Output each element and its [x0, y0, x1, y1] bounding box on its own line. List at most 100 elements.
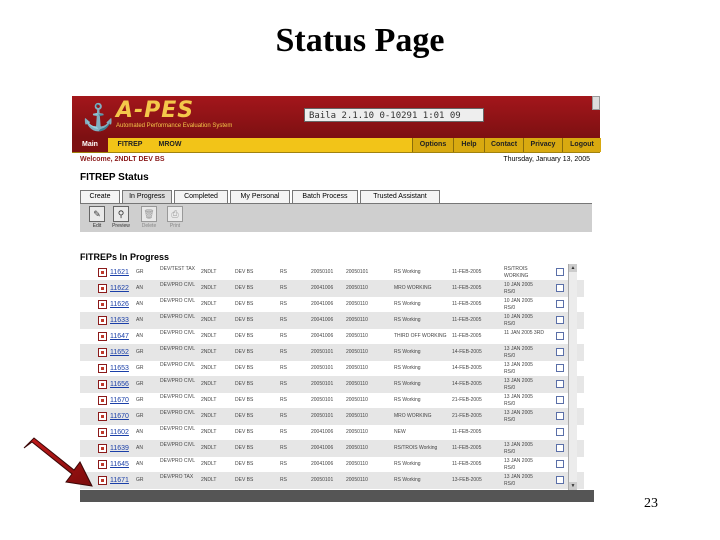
cell-due-date: 13-FEB-2005	[452, 477, 482, 483]
pdf-icon[interactable]	[98, 316, 107, 325]
table-row[interactable]: 11639 AN DEV/PRO CIVL 2NDLT DEV BS RS 20041006…	[80, 440, 584, 457]
window-scrollbar[interactable]	[592, 96, 600, 110]
cell-component: AN	[136, 301, 143, 307]
cell-status: RS Working	[394, 301, 421, 307]
row-checkbox[interactable]	[556, 300, 564, 308]
menu-main[interactable]: Main	[72, 138, 108, 152]
cell-rank: 2NDLT	[201, 317, 217, 323]
tab-trusted-assistant[interactable]: Trusted Assistant	[360, 190, 440, 203]
cell-to-date: 20050110	[346, 285, 368, 291]
pdf-icon[interactable]	[98, 412, 107, 421]
table-row[interactable]: 11653 GR DEV/PRO CIVL 2NDLT DEV BS RS 20050101…	[80, 360, 584, 377]
table-row[interactable]: 11647 AN DEV/PRO CIVL 2NDLT DEV BS RS 20041006…	[80, 328, 584, 345]
apes-screenshot: ⚓ A-PES Automated Performance Evaluation…	[72, 96, 608, 506]
footer-bar	[80, 490, 594, 502]
menu-options[interactable]: Options	[412, 138, 453, 152]
pdf-icon[interactable]	[98, 428, 107, 437]
table-row[interactable]: 11626 AN DEV/PRO CIVL 2NDLT DEV BS RS 20041006…	[80, 296, 584, 313]
scroll-down-icon[interactable]: ▼	[569, 482, 577, 490]
cell-name: DEV BS	[235, 269, 254, 275]
table-row[interactable]: 11652 GR DEV/PRO CIVL 2NDLT DEV BS RS 20050101…	[80, 344, 584, 361]
tab-batch-process[interactable]: Batch Process	[292, 190, 358, 203]
print-button[interactable]: ⎙ Print	[166, 206, 184, 229]
table-row[interactable]: 11602 AN DEV/PRO CIVL 2NDLT DEV BS RS 20041006…	[80, 424, 584, 441]
fitrep-id-link[interactable]: 11602	[110, 424, 129, 441]
fitrep-id-link[interactable]: 11633	[110, 312, 129, 329]
menu-contact[interactable]: Contact	[484, 138, 523, 152]
pdf-icon[interactable]	[98, 364, 107, 373]
cell-component: GR	[136, 381, 144, 387]
cell-from-date: 20041006	[311, 429, 334, 435]
scroll-up-icon[interactable]: ▲	[569, 264, 577, 272]
fitrep-id-link[interactable]: 11647	[110, 328, 129, 345]
row-checkbox[interactable]	[556, 364, 564, 372]
table-row[interactable]: 11622 AN DEV/PRO CIVL 2NDLT DEV BS RS 20041006…	[80, 280, 584, 297]
pdf-icon[interactable]	[98, 396, 107, 405]
pdf-icon[interactable]	[98, 284, 107, 293]
cell-name: DEV BS	[235, 461, 254, 467]
pdf-icon[interactable]	[98, 476, 107, 485]
cell-rank: 2NDLT	[201, 365, 217, 371]
pdf-icon[interactable]	[98, 380, 107, 389]
fitrep-id-link[interactable]: 11671	[110, 472, 129, 489]
row-checkbox[interactable]	[556, 268, 564, 276]
table-row[interactable]: 11670 GR DEV/PRO CIVL 2NDLT DEV BS RS 20050101…	[80, 392, 584, 409]
cell-due-date: 11-FEB-2005	[452, 429, 482, 435]
cell-type: DEV/PRO CIVL	[160, 346, 196, 352]
table-row[interactable]: 11671 GR DEV/PRO TAX 2NDLT DEV BS RS 20050101 2…	[80, 472, 584, 489]
fitrep-id-link[interactable]: 11656	[110, 376, 129, 393]
table-row[interactable]: 11645 AN DEV/PRO CIVL 2NDLT DEV BS RS 20041006…	[80, 456, 584, 473]
edit-button[interactable]: ✎ Edit	[88, 206, 106, 229]
pdf-icon[interactable]	[98, 348, 107, 357]
preview-button[interactable]: ⚲ Preview	[112, 206, 130, 229]
pdf-icon[interactable]	[98, 460, 107, 469]
pdf-icon[interactable]	[98, 300, 107, 309]
fitrep-id-link[interactable]: 11652	[110, 344, 129, 361]
fitrep-id-link[interactable]: 11626	[110, 296, 129, 313]
menu-fitrep[interactable]: FITREP	[110, 138, 150, 152]
menu-help[interactable]: Help	[453, 138, 484, 152]
row-checkbox[interactable]	[556, 476, 564, 484]
cell-last-action: 13 JAN 2005 RS/0	[504, 458, 533, 471]
fitrep-id-link[interactable]: 11639	[110, 440, 129, 457]
tab-my-personal[interactable]: My Personal	[230, 190, 290, 203]
menu-logout[interactable]: Logout	[562, 138, 601, 152]
fitrep-id-link[interactable]: 11645	[110, 456, 129, 473]
row-checkbox[interactable]	[556, 412, 564, 420]
cell-last-action: 10 JAN 2005 RS/0	[504, 282, 533, 295]
table-scrollbar[interactable]: ▲ ▼	[568, 264, 577, 490]
delete-button[interactable]: 🗑 Delete	[140, 206, 158, 229]
table-row[interactable]: 11670 GR DEV/PRO CIVL 2NDLT DEV BS RS 20050101…	[80, 408, 584, 425]
pdf-icon[interactable]	[98, 268, 107, 277]
row-checkbox[interactable]	[556, 284, 564, 292]
cell-rank: 2NDLT	[201, 285, 217, 291]
slide-title: Status Page	[275, 22, 445, 59]
cell-status: MRO WORKING	[394, 413, 432, 419]
row-checkbox[interactable]	[556, 444, 564, 452]
menu-mrow[interactable]: MROW	[152, 138, 188, 152]
fitrep-id-link[interactable]: 11622	[110, 280, 129, 297]
pdf-icon[interactable]	[98, 332, 107, 341]
row-checkbox[interactable]	[556, 428, 564, 436]
cell-rank: 2NDLT	[201, 333, 217, 339]
fitrep-id-link[interactable]: 11653	[110, 360, 129, 377]
cell-to-date: 20050110	[346, 349, 368, 355]
table-row[interactable]: 11656 GR DEV/PRO CIVL 2NDLT DEV BS RS 20050101…	[80, 376, 584, 393]
row-checkbox[interactable]	[556, 396, 564, 404]
row-checkbox[interactable]	[556, 316, 564, 324]
tab-in-progress[interactable]: In Progress	[122, 190, 172, 203]
fitrep-id-link[interactable]: 11621	[110, 264, 129, 281]
menu-privacy[interactable]: Privacy	[523, 138, 562, 152]
table-row[interactable]: 11621 GR DEV/TEST TAX 2NDLT DEV BS RS 20050101…	[80, 264, 584, 281]
tab-create[interactable]: Create	[80, 190, 120, 203]
row-checkbox[interactable]	[556, 460, 564, 468]
row-checkbox[interactable]	[556, 380, 564, 388]
fitrep-id-link[interactable]: 11670	[110, 408, 129, 425]
table-row[interactable]: 11633 AN DEV/PRO CIVL 2NDLT DEV BS RS 20041006…	[80, 312, 584, 329]
pdf-icon[interactable]	[98, 444, 107, 453]
fitrep-id-link[interactable]: 11670	[110, 392, 129, 409]
tab-completed[interactable]: Completed	[174, 190, 228, 203]
row-checkbox[interactable]	[556, 348, 564, 356]
row-checkbox[interactable]	[556, 332, 564, 340]
main-menu: Main FITREP MROW Options Help Contact Pr…	[72, 138, 601, 153]
